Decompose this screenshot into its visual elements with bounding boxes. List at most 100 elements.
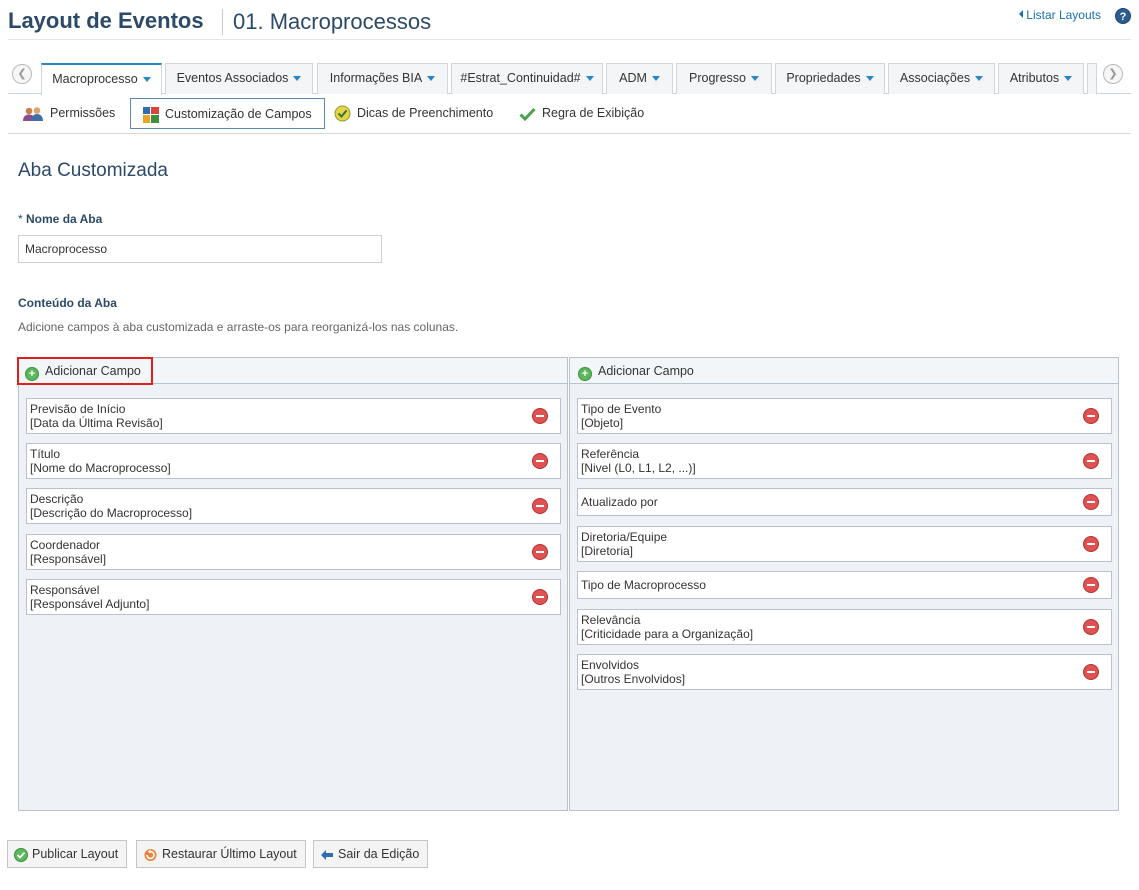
field-card[interactable]: Previsão de Início [Data da Última Revisã…: [26, 398, 561, 434]
publish-label: Publicar Layout: [32, 847, 119, 861]
display-rule-label: Regra de Exibição: [542, 106, 645, 120]
field-source: [Data da Última Revisão]: [30, 416, 163, 430]
field-name: Referência: [581, 447, 640, 461]
field-name: Responsável: [30, 583, 100, 597]
remove-icon[interactable]: [532, 453, 548, 469]
users-icon: [23, 106, 43, 121]
tab-content-description: Adicione campos à aba customizada e arra…: [18, 320, 459, 334]
tab-name-label: * Nome da Aba: [18, 212, 102, 226]
field-source: [Criticidade para a Organização]: [581, 627, 754, 641]
remove-icon[interactable]: [1083, 619, 1099, 635]
restore-icon: [144, 849, 157, 862]
field-card[interactable]: Atualizado por: [577, 488, 1112, 516]
tab-name-input[interactable]: [18, 235, 382, 263]
tab-adm[interactable]: ADM: [606, 63, 673, 94]
tab-progresso[interactable]: Progresso: [676, 63, 772, 94]
chevron-down-icon[interactable]: [293, 76, 302, 81]
publish-layout-button[interactable]: Publicar Layout: [7, 840, 128, 868]
remove-icon[interactable]: [1083, 408, 1099, 424]
restore-layout-button[interactable]: Restaurar Último Layout: [136, 840, 306, 868]
permissions-button[interactable]: Permissões: [22, 98, 115, 129]
field-card[interactable]: Tipo de Evento [Objeto]: [577, 398, 1112, 434]
field-card[interactable]: Diretoria/Equipe [Diretoria]: [577, 526, 1112, 562]
remove-icon[interactable]: [1083, 536, 1099, 552]
tips-check-icon: [334, 105, 351, 122]
tab-label: #Estrat_Continuidad#: [460, 71, 581, 85]
caret-left-icon: [1019, 10, 1024, 18]
checkmark-icon: [519, 107, 536, 121]
chevron-down-icon[interactable]: [1064, 76, 1073, 81]
remove-icon[interactable]: [532, 498, 548, 514]
remove-icon[interactable]: [532, 408, 548, 424]
tab-atributos[interactable]: Atributos: [998, 63, 1084, 94]
chevron-down-icon[interactable]: [865, 76, 874, 81]
chevron-down-icon[interactable]: [750, 76, 759, 81]
help-icon[interactable]: ?: [1115, 8, 1131, 24]
field-source: [Descrição do Macroprocesso]: [30, 506, 193, 520]
field-source: [Diretoria]: [581, 544, 634, 558]
exit-edit-button[interactable]: Sair da Edição: [313, 840, 429, 868]
chevron-down-icon[interactable]: [427, 76, 436, 81]
tab-name-label-text: Nome da Aba: [26, 212, 103, 226]
remove-icon[interactable]: [1083, 494, 1099, 510]
tab-estrat-continuidade[interactable]: #Estrat_Continuidad#: [451, 63, 603, 94]
tab-label: Associações: [899, 71, 971, 85]
field-name: Tipo de Macroprocesso: [581, 578, 706, 592]
remove-icon[interactable]: [532, 589, 548, 605]
tab-macroprocesso[interactable]: Macroprocesso: [41, 63, 162, 95]
column-header: + Adicionar Campo: [570, 358, 1118, 384]
page-subtitle: 01. Macroprocessos: [233, 9, 432, 34]
field-source: [Objeto]: [581, 416, 624, 430]
field-source: [Responsável]: [30, 552, 107, 566]
tab-associacoes[interactable]: Associações: [888, 63, 995, 94]
tips-label: Dicas de Preenchimento: [357, 106, 494, 120]
field-card[interactable]: Responsável [Responsável Adjunto]: [26, 579, 561, 615]
display-rule-button[interactable]: Regra de Exibição: [519, 98, 644, 129]
page-title: Layout de Eventos: [8, 8, 204, 33]
field-source: [Responsável Adjunto]: [30, 597, 150, 611]
field-card[interactable]: Envolvidos [Outros Envolvidos]: [577, 654, 1112, 690]
field-card[interactable]: Tipo de Macroprocesso: [577, 571, 1112, 599]
tab-label: Propriedades: [786, 71, 861, 85]
field-card[interactable]: Descrição [Descrição do Macroprocesso]: [26, 488, 561, 524]
remove-icon[interactable]: [1083, 664, 1099, 680]
layout-blocks-icon: [143, 106, 159, 123]
remove-icon[interactable]: [1083, 577, 1099, 593]
arrow-left-icon: [321, 849, 333, 860]
field-name: Relevância: [581, 613, 641, 627]
field-name: Atualizado por: [581, 495, 658, 509]
remove-icon[interactable]: [1083, 453, 1099, 469]
chevron-down-icon[interactable]: [975, 76, 984, 81]
add-field-label: Adicionar Campo: [598, 364, 694, 378]
add-field-button-left[interactable]: + Adicionar Campo: [17, 357, 153, 385]
exit-label: Sair da Edição: [338, 847, 420, 861]
tab-eventos-associados[interactable]: Eventos Associados: [165, 63, 313, 94]
add-field-label: Adicionar Campo: [45, 364, 141, 378]
tab-propriedades[interactable]: Propriedades: [775, 63, 885, 94]
add-field-button-right[interactable]: + Adicionar Campo: [572, 359, 704, 385]
chevron-down-icon[interactable]: [142, 77, 151, 82]
chevron-down-icon[interactable]: [585, 76, 594, 81]
remove-icon[interactable]: [532, 544, 548, 560]
customization-button[interactable]: Customização de Campos: [130, 98, 325, 129]
page-header: Layout de Eventos 01. Macroprocessos Lis…: [8, 6, 1131, 40]
scroll-left-icon[interactable]: ❮: [12, 64, 32, 84]
list-layouts-label: Listar Layouts: [1026, 8, 1101, 22]
field-name: Envolvidos: [581, 658, 640, 672]
list-layouts-link[interactable]: Listar Layouts: [1019, 8, 1101, 22]
field-card[interactable]: Coordenador [Responsável]: [26, 534, 561, 570]
field-card[interactable]: Relevância [Criticidade para a Organizaçã…: [577, 609, 1112, 645]
tab-informacoes-bia[interactable]: Informações BIA: [317, 63, 448, 94]
scroll-right-icon[interactable]: ❯: [1103, 64, 1123, 84]
chevron-down-icon[interactable]: [651, 76, 660, 81]
field-name: Título: [30, 447, 61, 461]
tab-label: Macroprocesso: [52, 72, 138, 86]
tab-label: Eventos Associados: [176, 71, 289, 85]
tab-label: Atributos: [1009, 71, 1060, 85]
field-card[interactable]: Referência [Nivel (L0, L1, L2, ...)]: [577, 443, 1112, 479]
field-card[interactable]: Título [Nome do Macroprocesso]: [26, 443, 561, 479]
tab-label: Informações BIA: [329, 71, 423, 85]
field-name: Previsão de Início: [30, 402, 126, 416]
tips-button[interactable]: Dicas de Preenchimento: [334, 98, 493, 129]
field-name: Coordenador: [30, 538, 101, 552]
